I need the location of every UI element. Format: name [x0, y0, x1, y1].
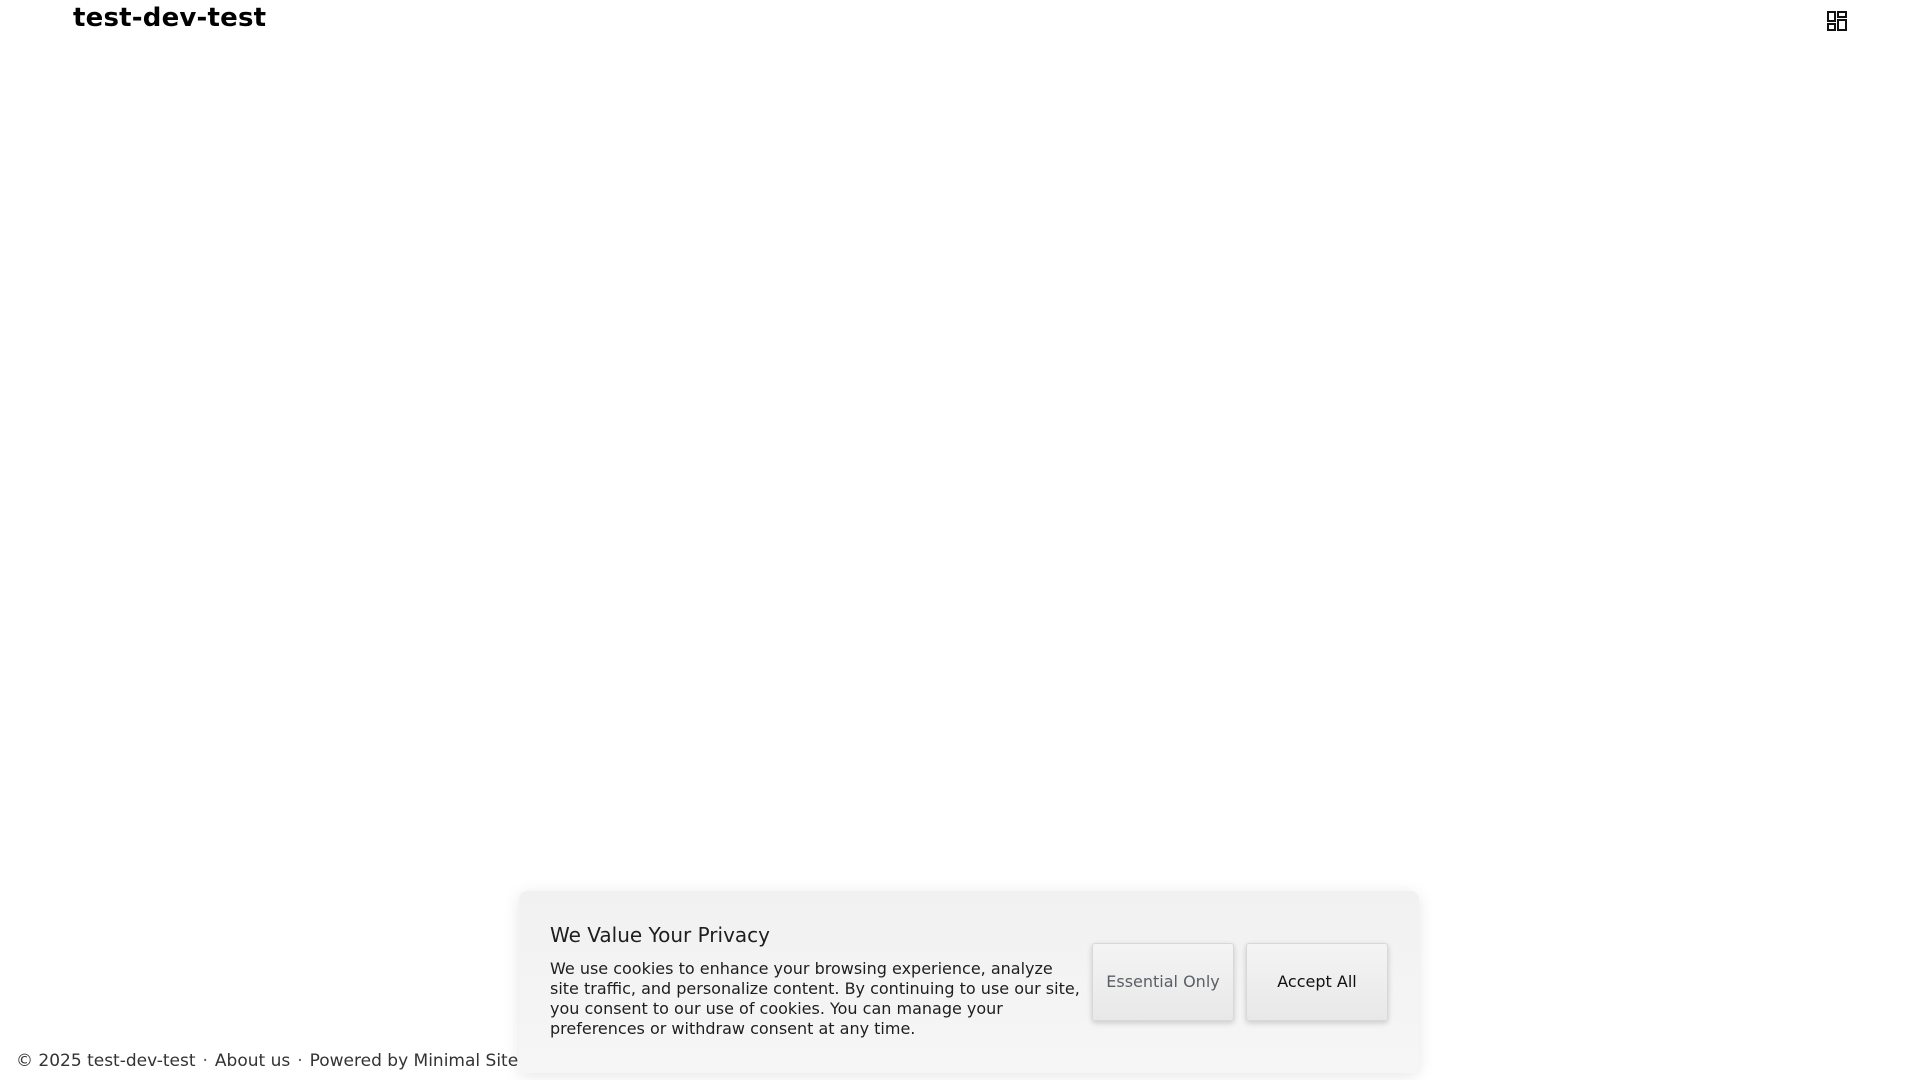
grid-dashboard-icon-svg	[1827, 11, 1847, 31]
footer-separator: ·	[202, 1051, 208, 1071]
page: test-dev-test © 2025 test-dev-test · About…	[0, 0, 1920, 1080]
grid-dashboard-icon[interactable]	[1826, 10, 1848, 32]
cookie-banner-title: We Value Your Privacy	[550, 923, 771, 947]
site-footer: © 2025 test-dev-test · About us · Powered by…	[16, 1051, 518, 1071]
site-header: test-dev-test	[0, 0, 1920, 40]
powered-by-link[interactable]: Powered by Minimal Site	[310, 1051, 519, 1071]
footer-separator: ·	[297, 1051, 303, 1071]
about-us-link[interactable]: About us	[215, 1051, 290, 1071]
essential-only-button[interactable]: Essential Only	[1092, 943, 1234, 1021]
footer-copyright: © 2025 test-dev-test	[16, 1051, 196, 1071]
cookie-consent-banner: We Value Your Privacy We use cookies to …	[519, 891, 1419, 1073]
site-title-link[interactable]: test-dev-test	[73, 3, 266, 33]
accept-all-button[interactable]: Accept All	[1246, 943, 1388, 1021]
cookie-banner-text: We use cookies to enhance your browsing …	[550, 959, 1080, 1038]
